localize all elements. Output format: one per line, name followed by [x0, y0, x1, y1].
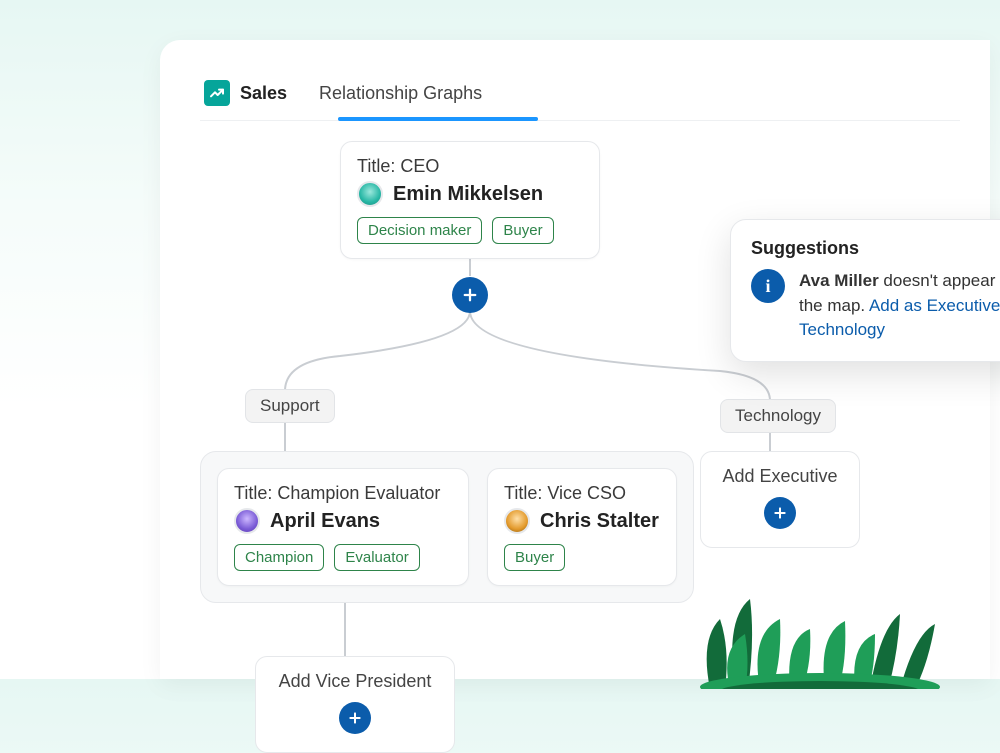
avatar-icon	[234, 508, 260, 534]
node-april-evans[interactable]: Title: Champion Evaluator April Evans Ch…	[217, 468, 469, 586]
tab-sales-label: Sales	[240, 83, 287, 104]
node-chris-stalter[interactable]: Title: Vice CSO Chris Stalter Buyer	[487, 468, 677, 586]
plus-icon	[764, 497, 796, 529]
add-executive-card[interactable]: Add Executive	[700, 451, 860, 548]
chip-buyer[interactable]: Buyer	[492, 217, 553, 244]
suggestions-heading: Suggestions	[751, 238, 1000, 259]
node-name: April Evans	[270, 510, 380, 533]
tab-relationship-graphs[interactable]: Relationship Graphs	[315, 73, 486, 118]
group-box-support: Title: Champion Evaluator April Evans Ch…	[200, 451, 694, 603]
node-title: Title: Vice CSO	[504, 483, 660, 504]
chip-evaluator[interactable]: Evaluator	[334, 544, 419, 571]
info-icon: i	[751, 269, 785, 303]
tab-bar: Sales Relationship Graphs	[200, 70, 960, 121]
suggestions-popover: Suggestions i Ava Miller doesn't appear …	[730, 219, 1000, 362]
add-executive-label: Add Executive	[722, 466, 837, 487]
add-vp-label: Add Vice President	[279, 671, 432, 692]
chip-buyer[interactable]: Buyer	[504, 544, 565, 571]
chip-decision-maker[interactable]: Decision maker	[357, 217, 482, 244]
node-title: Title: Champion Evaluator	[234, 483, 452, 504]
group-label-support[interactable]: Support	[245, 389, 335, 423]
tab-sales[interactable]: Sales	[200, 70, 291, 120]
chip-champion[interactable]: Champion	[234, 544, 324, 571]
suggestion-text: Ava Miller doesn't appear on the map. Ad…	[799, 269, 1000, 343]
add-child-button[interactable]	[452, 277, 488, 313]
node-ceo-title: Title: CEO	[357, 156, 583, 177]
group-label-technology[interactable]: Technology	[720, 399, 836, 433]
suggestion-name: Ava Miller	[799, 271, 879, 290]
add-vice-president-card[interactable]: Add Vice President	[255, 656, 455, 753]
avatar-icon	[504, 508, 530, 534]
plus-icon	[339, 702, 371, 734]
avatar-icon	[357, 181, 383, 207]
node-name: Chris Stalter	[540, 510, 659, 533]
sales-trend-icon	[204, 80, 230, 106]
grass-decoration	[690, 579, 950, 689]
tab-relationship-label: Relationship Graphs	[319, 83, 482, 104]
node-ceo[interactable]: Title: CEO Emin Mikkelsen Decision maker…	[340, 141, 600, 259]
node-ceo-name: Emin Mikkelsen	[393, 183, 543, 206]
